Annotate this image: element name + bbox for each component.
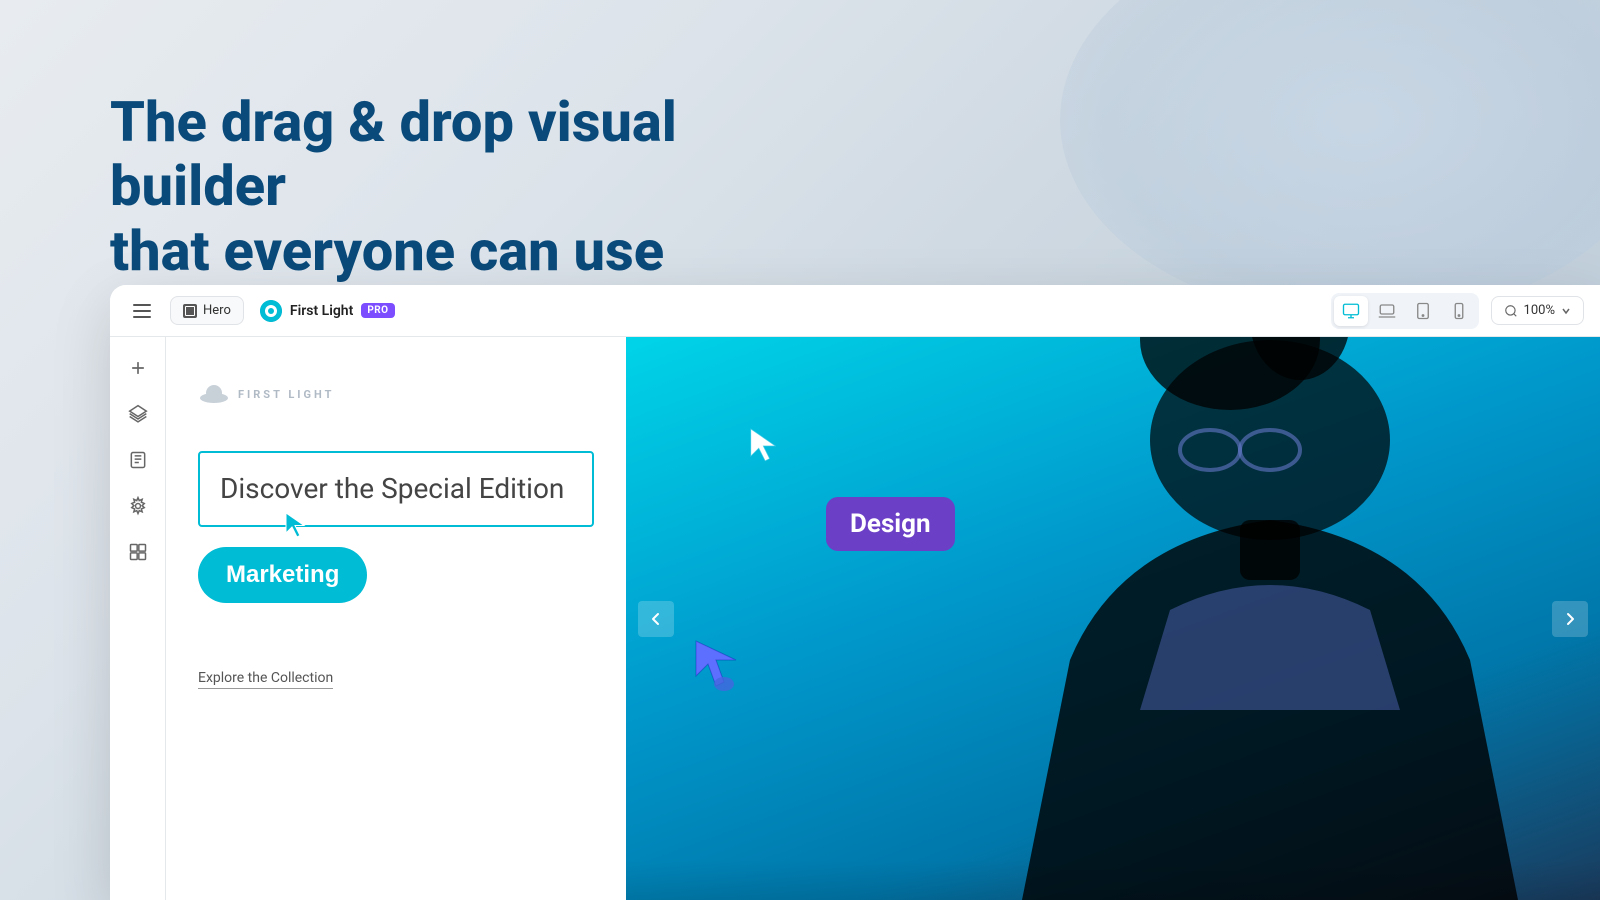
tablet-icon (1414, 302, 1432, 320)
brand-info: First Light PRO (260, 300, 395, 322)
right-arrow-icon (1562, 611, 1578, 627)
builder-window: Hero First Light PRO (110, 285, 1600, 900)
person-silhouette (920, 337, 1600, 900)
discover-text: Discover the Special Edition (220, 471, 572, 507)
hamburger-icon (133, 304, 151, 318)
first-light-logo-icon (198, 385, 230, 403)
mobile-device-button[interactable] (1442, 296, 1476, 326)
white-cursor (746, 427, 782, 467)
cyan-cursor-icon (282, 511, 310, 539)
zoom-value: 100% (1524, 303, 1555, 318)
settings-icon (128, 496, 148, 516)
canvas-right-panel: Design (626, 337, 1600, 900)
desktop-device-button[interactable] (1334, 296, 1368, 326)
canvas-left-panel: FIRST LIGHT Discover the Special Edition (166, 337, 626, 900)
mobile-icon (1450, 302, 1468, 320)
next-arrow-button[interactable] (1552, 601, 1588, 637)
page-tab[interactable]: Hero (170, 296, 244, 325)
desktop-icon (1342, 302, 1360, 320)
search-icon (1504, 304, 1518, 318)
page-icon (128, 450, 148, 470)
blue-cursor (686, 636, 746, 700)
laptop-device-button[interactable] (1370, 296, 1404, 326)
settings-button[interactable] (119, 487, 157, 525)
brand-logo (260, 300, 282, 322)
add-element-button[interactable] (119, 349, 157, 387)
builder-body: FIRST LIGHT Discover the Special Edition (110, 337, 1600, 900)
white-cursor-icon (746, 427, 782, 463)
tablet-device-button[interactable] (1406, 296, 1440, 326)
zoom-control[interactable]: 100% (1491, 296, 1584, 325)
design-label-text: Design (850, 509, 931, 539)
hero-headline: The drag & drop visual builder that ever… (110, 90, 860, 283)
canvas-logo-text: FIRST LIGHT (238, 388, 334, 401)
marketing-button[interactable]: Marketing (198, 547, 367, 603)
templates-icon (128, 542, 148, 562)
cyan-cursor (282, 511, 310, 543)
tab-label: Hero (203, 303, 231, 318)
plus-icon (128, 358, 148, 378)
explore-link[interactable]: Explore the Collection (198, 670, 333, 689)
device-selector (1331, 293, 1479, 329)
sidebar-left (110, 337, 166, 900)
canvas-logo: FIRST LIGHT (198, 385, 594, 403)
chevron-down-icon (1561, 306, 1571, 316)
toolbar: Hero First Light PRO (110, 285, 1600, 337)
brand-name: First Light (290, 303, 353, 319)
menu-button[interactable] (126, 295, 158, 327)
design-label: Design (826, 497, 955, 551)
prev-arrow-button[interactable] (638, 601, 674, 637)
left-arrow-icon (648, 611, 664, 627)
marketing-button-label: Marketing (226, 561, 339, 589)
layers-icon (128, 404, 148, 424)
templates-button[interactable] (119, 533, 157, 571)
layers-button[interactable] (119, 395, 157, 433)
blue-cursor-icon (686, 636, 746, 696)
pro-badge: PRO (361, 303, 394, 318)
pages-button[interactable] (119, 441, 157, 479)
laptop-icon (1378, 302, 1396, 320)
brand-logo-icon (260, 300, 282, 322)
canvas-area: FIRST LIGHT Discover the Special Edition (166, 337, 1600, 900)
page-icon (183, 304, 197, 318)
hero-line1: The drag & drop visual builder (110, 89, 677, 219)
hero-section: The drag & drop visual builder that ever… (110, 90, 860, 283)
hero-line2: that everyone can use (110, 218, 664, 284)
explore-link-text: Explore the Collection (198, 670, 333, 686)
discover-text-box[interactable]: Discover the Special Edition (198, 451, 594, 527)
